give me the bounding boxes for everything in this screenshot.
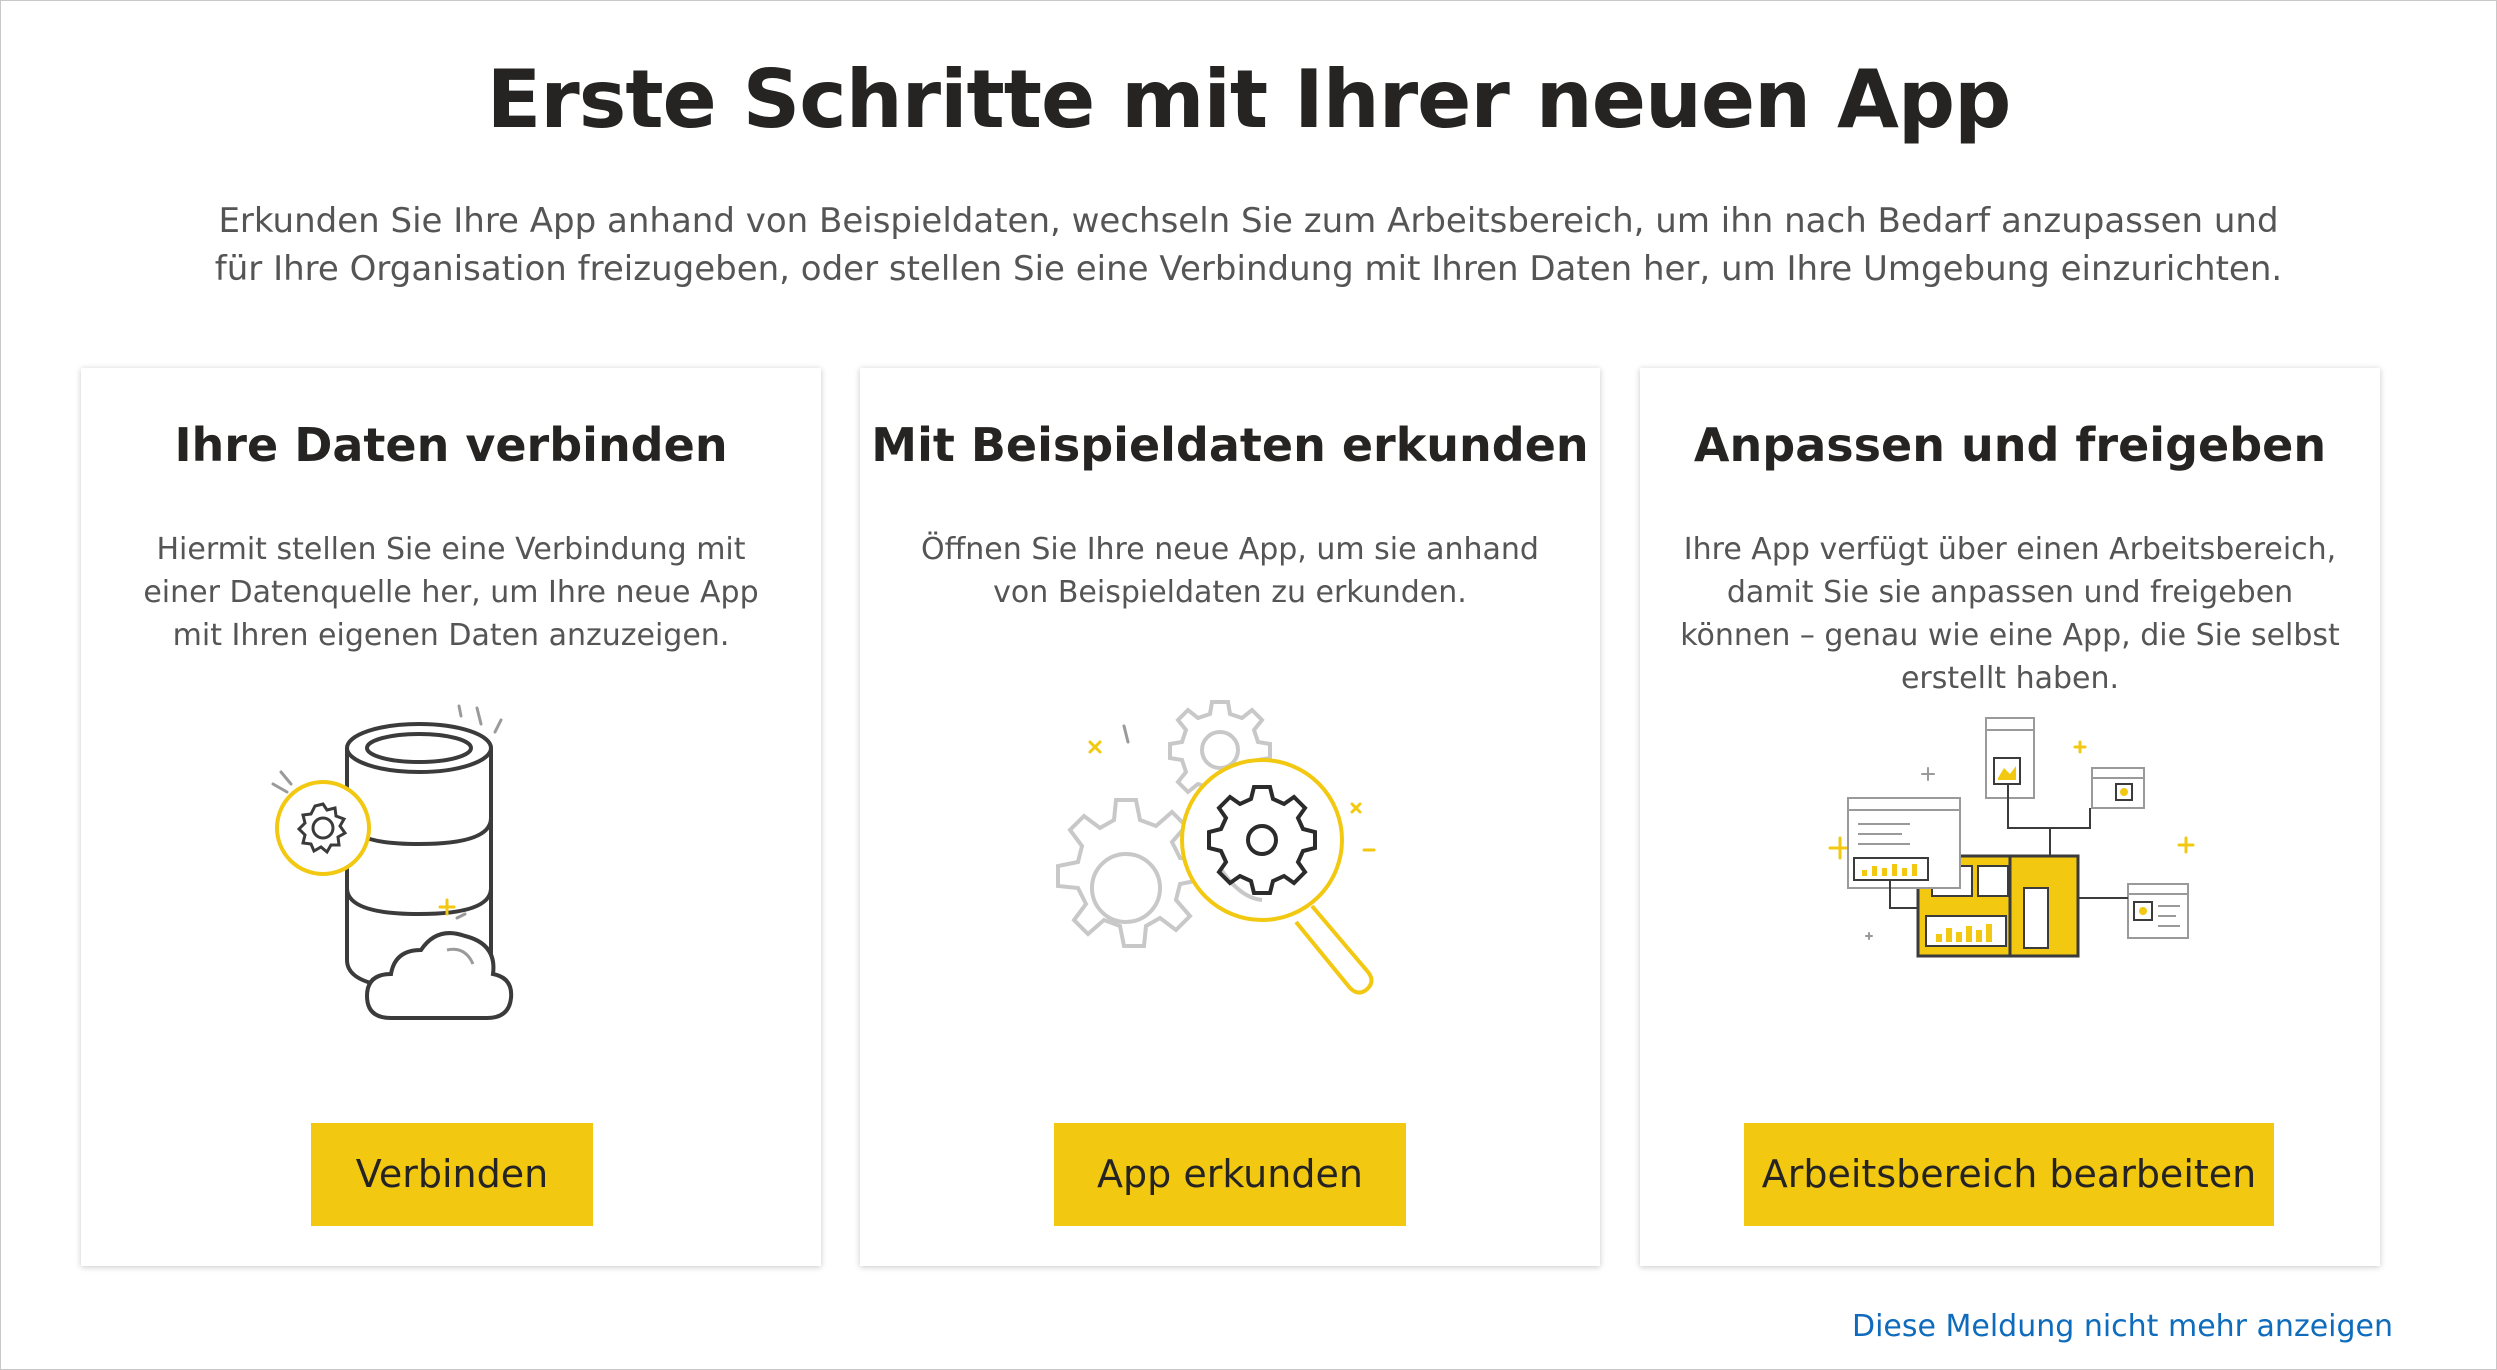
explore-app-button[interactable]: App erkunden [1054,1123,1406,1226]
workspace-dashboard-icon [1828,717,2195,958]
card-description: Ihre App verfügt über einen Arbeitsberei… [1680,532,2340,696]
card-title: Mit Beispieldaten erkunden [871,418,1589,472]
page-subtitle: Erkunden Sie Ihre App anhand von Beispie… [214,201,2283,289]
card-title: Ihre Daten verbinden [174,418,728,472]
dismiss-message-link[interactable]: Diese Meldung nicht mehr anzeigen [1852,1309,2393,1344]
card-customize-share: Anpassen und freigeben Ihre App verfügt … [1640,368,2380,1266]
card-title: Anpassen und freigeben [1693,418,2327,472]
page-title: Erste Schritte mit Ihrer neuen App [486,53,2012,146]
database-cloud-icon [271,704,514,1020]
dialog-frame: Erste Schritte mit Ihrer neuen App Erkun… [0,0,2497,1370]
card-connect-data: Ihre Daten verbinden Hiermit stellen Sie… [81,368,821,1266]
card-description: Hiermit stellen Sie eine Verbindung mit … [143,532,759,653]
card-explore-sample: Mit Beispieldaten erkunden Öffnen Sie Ih… [860,368,1600,1266]
connect-button[interactable]: Verbinden [311,1123,593,1226]
card-description: Öffnen Sie Ihre neue App, um sie anhand … [921,532,1539,610]
edit-workspace-button[interactable]: Arbeitsbereich bearbeiten [1744,1123,2274,1226]
gears-magnifier-icon [1056,700,1376,995]
